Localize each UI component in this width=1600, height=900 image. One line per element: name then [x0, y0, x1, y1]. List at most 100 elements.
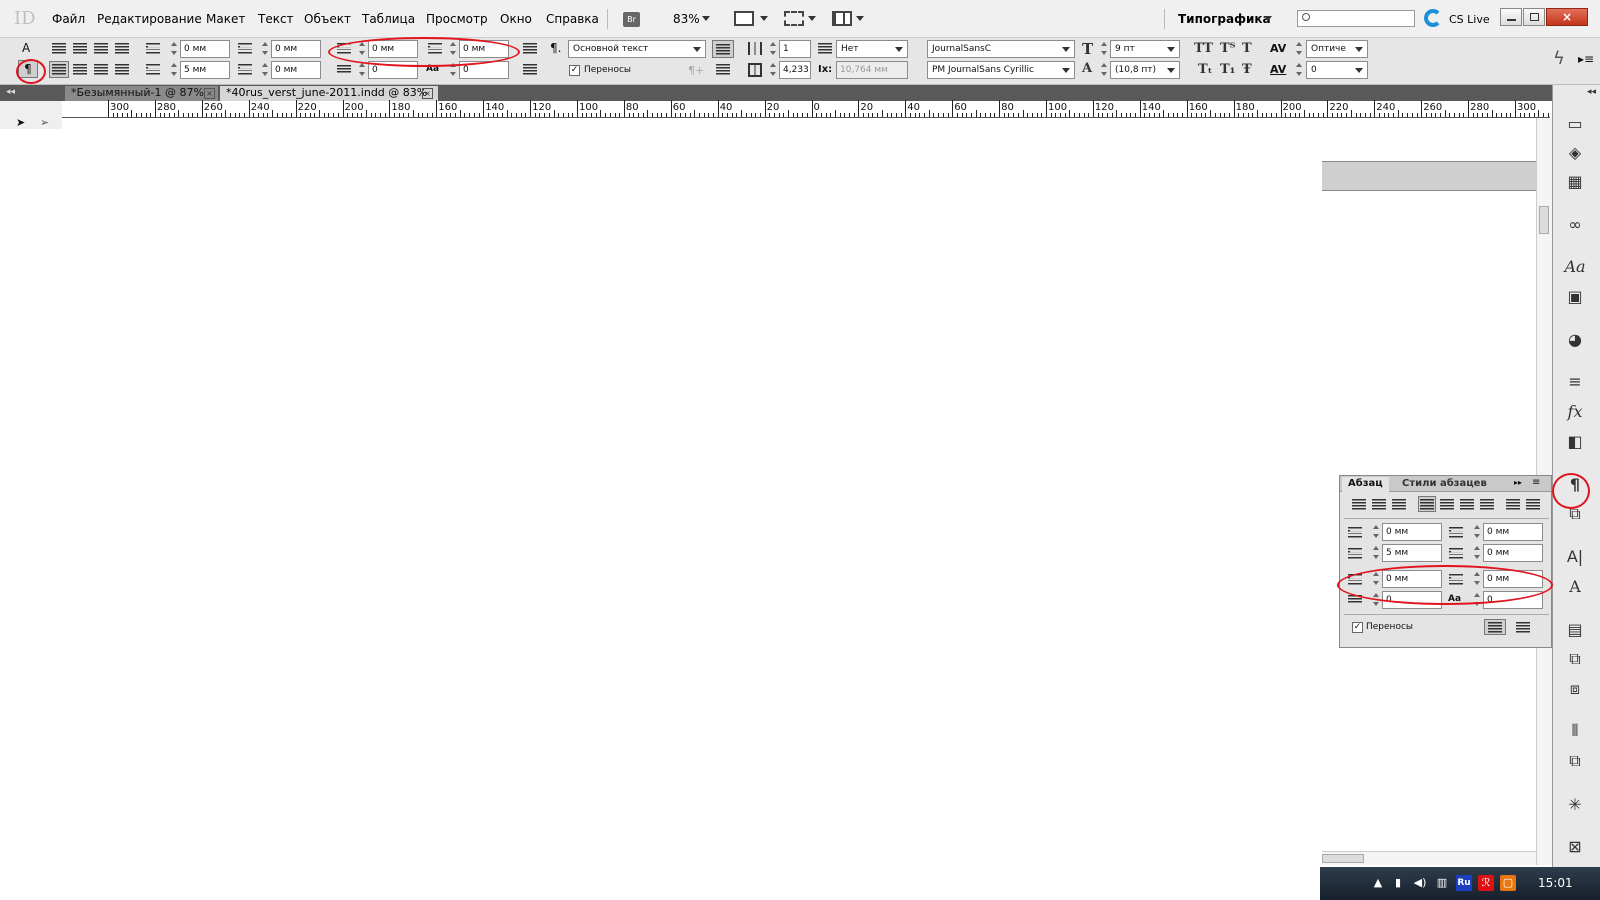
horizontal-scrollbar[interactable] — [1322, 851, 1536, 865]
panel-menu-icon[interactable]: ≡ — [1532, 477, 1540, 488]
quick-apply-icon[interactable]: ϟ — [1553, 48, 1565, 69]
first-line-indent-field[interactable]: 5 мм — [180, 61, 230, 79]
bullets-icon[interactable] — [523, 43, 537, 54]
align-away-spine-icon[interactable] — [1526, 499, 1540, 510]
space-before-field[interactable]: 0 мм — [368, 40, 418, 58]
justify-left-button[interactable] — [49, 61, 69, 78]
leading-spinner[interactable] — [1100, 61, 1109, 79]
left-indent-spinner[interactable] — [1372, 523, 1381, 541]
object-styles-icon[interactable]: ▣ — [1561, 285, 1589, 307]
align-towards-spine-icon[interactable] — [1506, 499, 1520, 510]
menu-object[interactable]: Объект — [304, 12, 351, 26]
volume-icon[interactable]: ◀) — [1412, 875, 1428, 891]
cs-live-button[interactable]: CS Live — [1449, 13, 1490, 26]
align-center-icon[interactable] — [1372, 499, 1386, 510]
justify-center-icon[interactable] — [1440, 499, 1454, 510]
align-center-icon[interactable] — [73, 43, 87, 54]
leading-dropdown[interactable]: (10,8 пт) — [1110, 61, 1180, 79]
font-size-dropdown[interactable]: 9 пт — [1110, 40, 1180, 58]
arrange-documents-icon[interactable] — [832, 11, 852, 26]
minimize-button[interactable] — [1500, 8, 1522, 26]
restore-button[interactable] — [1523, 8, 1545, 26]
align-grid-icon[interactable] — [716, 64, 730, 75]
collapse-icon[interactable]: ◂◂ — [6, 87, 15, 97]
stroke-icon[interactable]: ≡ — [1561, 370, 1589, 392]
swatches-icon[interactable]: ◕ — [1561, 328, 1589, 350]
glyphs-icon[interactable]: A — [1561, 575, 1589, 597]
align-right-icon[interactable] — [1392, 499, 1406, 510]
last-line-indent-field[interactable]: 0 мм — [1483, 544, 1543, 562]
table-icon[interactable]: ▦ — [1561, 170, 1589, 192]
dropcap-chars-field[interactable]: 0 — [459, 61, 509, 79]
first-line-indent-spinner[interactable] — [1372, 544, 1381, 562]
zoom-dropdown-icon[interactable] — [702, 16, 710, 21]
progress-icon[interactable]: ✳ — [1561, 793, 1589, 815]
panel-menu-icon[interactable]: ▸≡ — [1578, 52, 1594, 66]
underline-button[interactable]: T — [1242, 41, 1252, 56]
superscript-button[interactable]: T₁ — [1220, 62, 1235, 77]
bridge-button[interactable]: Br — [623, 12, 640, 27]
columns-spinner[interactable] — [769, 40, 778, 58]
workspace-dropdown-icon[interactable] — [1264, 16, 1272, 21]
selection-tool-icon[interactable]: ➤ — [16, 116, 25, 129]
right-indent-field[interactable]: 0 мм — [1483, 523, 1543, 541]
justify-right-icon[interactable] — [1460, 499, 1474, 510]
tab-paragraph[interactable]: Абзац — [1342, 477, 1389, 492]
app-tray-icon[interactable]: ▢ — [1500, 875, 1516, 891]
paragraph-panel-icon[interactable]: ¶ — [1561, 473, 1589, 495]
layers-icon[interactable]: ◈ — [1561, 141, 1589, 163]
menu-edit[interactable]: Редактирование — [97, 12, 202, 26]
small-caps-button[interactable]: Tᵀ — [1220, 41, 1236, 56]
menu-window[interactable]: Окно — [500, 12, 532, 26]
cell-styles-icon[interactable]: ⧉ — [1561, 648, 1589, 670]
justify-right-icon[interactable] — [94, 64, 108, 75]
text-wrap-icon[interactable]: ⧈ — [1561, 678, 1589, 700]
tab-40rus-verst[interactable]: *40rus_verst_june-2011.indd @ 83% × — [220, 86, 438, 101]
dropcap-lines-field[interactable]: 0 — [1382, 591, 1442, 609]
align-grid-icon[interactable] — [1516, 622, 1530, 633]
all-caps-button[interactable]: TT — [1194, 41, 1213, 56]
close-window-button[interactable]: × — [1546, 8, 1588, 26]
font-size-spinner[interactable] — [1100, 40, 1109, 58]
menu-view[interactable]: Просмотр — [426, 12, 488, 26]
justify-all-icon[interactable] — [115, 64, 129, 75]
kerning-spinner[interactable] — [1295, 40, 1304, 58]
left-indent-field[interactable]: 0 мм — [1382, 523, 1442, 541]
first-line-indent-spinner[interactable] — [170, 61, 179, 79]
hscroll-thumb[interactable] — [1322, 854, 1364, 863]
language-indicator[interactable]: Ru — [1456, 875, 1472, 891]
direct-selection-tool-icon[interactable]: ➢ — [40, 116, 49, 129]
first-line-indent-field[interactable]: 5 мм — [1382, 544, 1442, 562]
rule-dropdown[interactable]: Нет — [836, 40, 908, 58]
gradient-icon[interactable]: ◧ — [1561, 430, 1589, 452]
tracking-spinner[interactable] — [1295, 61, 1304, 79]
hyphenation-checkbox[interactable]: ✓ — [1352, 622, 1363, 633]
paragraph-styles-icon[interactable]: ⧉ — [1561, 503, 1589, 525]
table-styles-icon[interactable]: ▤ — [1561, 618, 1589, 640]
pages-icon[interactable]: ▭ — [1561, 112, 1589, 134]
align-left-icon[interactable] — [1352, 499, 1366, 510]
character-icon[interactable]: A| — [1561, 545, 1589, 567]
right-indent-spinner[interactable] — [1473, 523, 1482, 541]
hyphenation-checkbox[interactable]: ✓ — [569, 65, 580, 76]
character-mode-button[interactable]: A — [22, 41, 30, 55]
right-indent-field[interactable]: 0 мм — [271, 40, 321, 58]
paragraph-mode-button[interactable]: ¶ — [18, 60, 38, 78]
font-family-dropdown[interactable]: JournalSansC — [927, 40, 1075, 58]
tray-expand-icon[interactable]: ▲ — [1370, 875, 1386, 891]
menu-help[interactable]: Справка — [546, 12, 599, 26]
last-line-indent-spinner[interactable] — [1473, 544, 1482, 562]
screen-mode-dropdown-icon[interactable] — [808, 16, 816, 21]
column-width-spinner[interactable] — [769, 61, 778, 79]
space-after-spinner[interactable] — [1473, 570, 1482, 588]
justify-all-icon[interactable] — [1480, 499, 1494, 510]
tab-paragraph-styles[interactable]: Стили абзацев — [1398, 477, 1491, 492]
scroll-thumb[interactable] — [1539, 206, 1549, 234]
kerning-dropdown[interactable]: Оптиче — [1306, 40, 1368, 58]
character-styles-icon[interactable]: Aa — [1561, 255, 1589, 277]
subscript-button[interactable]: Tₜ — [1198, 62, 1213, 77]
align-icon[interactable]: ⫴ — [1561, 720, 1589, 742]
expand-dock-icon[interactable]: ◂◂ — [1587, 87, 1596, 97]
no-grid-button[interactable] — [712, 40, 734, 58]
menu-table[interactable]: Таблица — [362, 12, 415, 26]
